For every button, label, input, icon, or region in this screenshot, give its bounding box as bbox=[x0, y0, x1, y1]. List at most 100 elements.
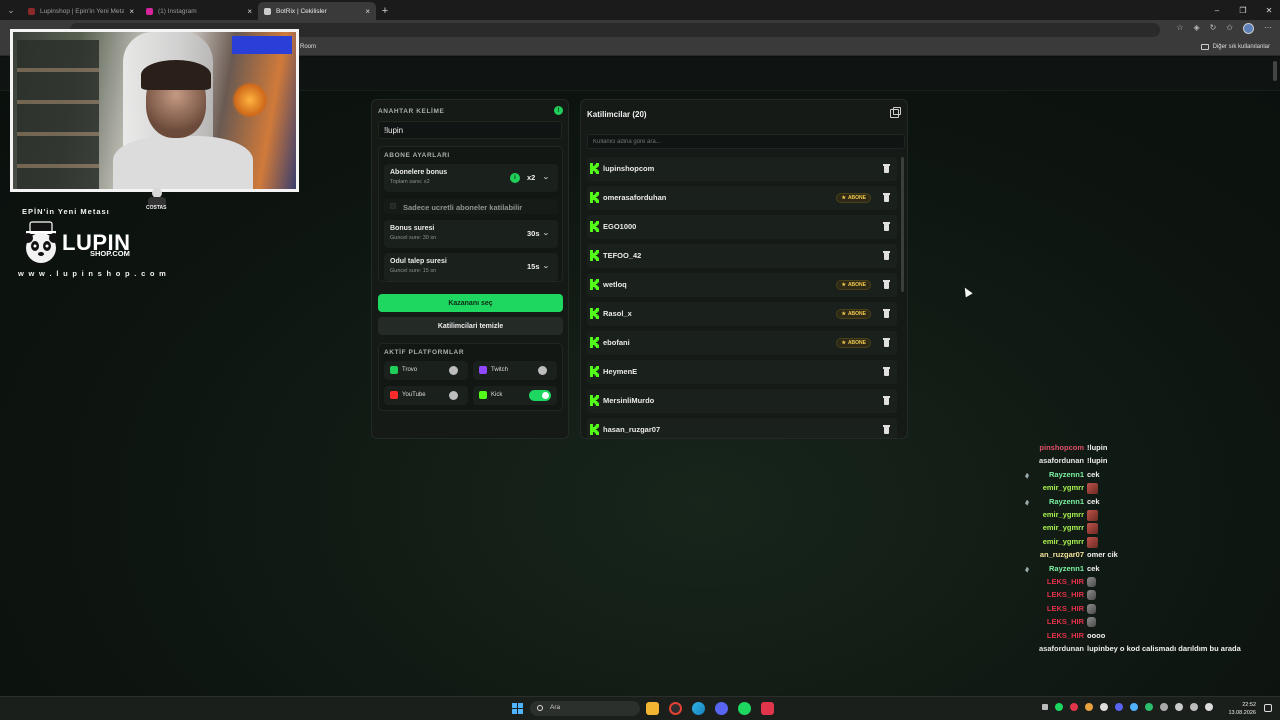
trovo-toggle[interactable] bbox=[449, 366, 458, 375]
profile-avatar[interactable] bbox=[1243, 23, 1254, 34]
kick-toggle[interactable] bbox=[529, 390, 551, 401]
tray-record-icon[interactable] bbox=[1070, 703, 1078, 711]
microphone-icon[interactable] bbox=[1175, 703, 1183, 711]
extension-icon[interactable]: ◈ bbox=[1193, 23, 1199, 34]
participant-row[interactable]: Rasol_x ★ ABONE bbox=[587, 302, 897, 326]
file-explorer-icon[interactable] bbox=[646, 702, 659, 715]
chevron-up-icon[interactable] bbox=[1042, 704, 1048, 710]
taskbar-search-input[interactable]: Ara bbox=[530, 701, 640, 716]
chat-message: asafordunan !lupin bbox=[1012, 456, 1272, 469]
participant-row[interactable]: hasan_ruzgar07 bbox=[587, 418, 897, 438]
participant-row[interactable]: HeymenE bbox=[587, 360, 897, 384]
participant-row[interactable]: TEFOO_42 bbox=[587, 244, 897, 268]
platform-name: Kick bbox=[491, 392, 503, 398]
claim-duration-select[interactable]: 15s ⌄ bbox=[522, 258, 554, 274]
trash-icon[interactable] bbox=[883, 367, 890, 376]
kick-icon bbox=[590, 366, 599, 377]
star-icon: ★ bbox=[841, 311, 846, 317]
maximize-icon[interactable]: ❐ bbox=[1238, 6, 1248, 15]
tab-search-chevron-icon[interactable]: ⌄ bbox=[0, 0, 22, 20]
tray-app3-icon[interactable] bbox=[1145, 703, 1153, 711]
trash-icon[interactable] bbox=[883, 425, 890, 434]
participant-row[interactable]: wetloq ★ ABONE bbox=[587, 273, 897, 297]
youtube-toggle[interactable] bbox=[449, 391, 458, 400]
pick-winner-button[interactable]: Kazananı seç bbox=[378, 294, 563, 312]
participant-row[interactable]: omerasaforduhan ★ ABONE bbox=[587, 186, 897, 210]
only-paid-subscribers-checkbox[interactable]: Sadece ucretli aboneler katilabilir bbox=[384, 199, 558, 214]
browser-tab-instagram[interactable]: (1) Instagram × bbox=[140, 2, 258, 20]
chrome-icon[interactable] bbox=[669, 702, 682, 715]
tray-spotify-icon[interactable] bbox=[1055, 703, 1063, 711]
volume-icon[interactable] bbox=[1205, 703, 1213, 711]
spotify-icon[interactable] bbox=[738, 702, 751, 715]
participant-row[interactable]: EGO1000 bbox=[587, 215, 897, 239]
info-icon[interactable]: i bbox=[510, 173, 520, 183]
keyword-title: ANAHTAR KELİME bbox=[378, 108, 445, 115]
chat-badge-icon bbox=[1025, 566, 1029, 573]
tray-discord-icon[interactable] bbox=[1115, 703, 1123, 711]
kick-icon bbox=[590, 221, 599, 232]
trash-icon[interactable] bbox=[883, 164, 890, 173]
bonus-duration-select[interactable]: 30s ⌄ bbox=[522, 225, 554, 241]
tray-steam-icon[interactable] bbox=[1100, 703, 1108, 711]
new-tab-button[interactable]: + bbox=[376, 2, 394, 20]
bookmark-room[interactable]: Room bbox=[300, 44, 316, 50]
page-scrollbar[interactable] bbox=[1272, 57, 1278, 696]
minimize-icon[interactable]: – bbox=[1212, 6, 1222, 15]
kick-icon bbox=[590, 192, 599, 203]
platform-name: Twitch bbox=[491, 367, 509, 373]
chat-username: Rayzenn1 bbox=[1048, 563, 1084, 573]
tray-app4-icon[interactable] bbox=[1160, 703, 1168, 711]
participant-list-scrollbar[interactable] bbox=[901, 157, 904, 437]
tray-app-icon[interactable] bbox=[1085, 703, 1093, 711]
other-bookmarks[interactable]: Diğer sık kullanılanlar bbox=[1200, 44, 1270, 50]
chevron-down-icon: ⌄ bbox=[542, 230, 550, 237]
notification-icon[interactable] bbox=[1264, 704, 1272, 712]
trash-icon[interactable] bbox=[883, 309, 890, 318]
trash-icon[interactable] bbox=[883, 251, 890, 260]
trash-icon[interactable] bbox=[883, 280, 890, 289]
chevron-down-icon: ⌄ bbox=[542, 263, 550, 270]
trash-icon[interactable] bbox=[883, 338, 890, 347]
trash-icon[interactable] bbox=[883, 193, 890, 202]
participant-row[interactable]: ebofani ★ ABONE bbox=[587, 331, 897, 355]
edge-icon[interactable] bbox=[692, 702, 705, 715]
kick-icon bbox=[479, 391, 487, 399]
tab-close-icon[interactable]: × bbox=[365, 7, 370, 16]
discord-icon[interactable] bbox=[715, 702, 728, 715]
trash-icon[interactable] bbox=[883, 396, 890, 405]
keyword-input[interactable]: !lupin bbox=[378, 121, 562, 139]
twitch-toggle[interactable] bbox=[538, 366, 547, 375]
chat-message: an_ruzgar07 omer cik bbox=[1012, 550, 1272, 563]
browser-tab-botrix[interactable]: BotRix | Cekilisler × bbox=[258, 2, 376, 20]
lupinshop-favicon-icon bbox=[28, 7, 35, 15]
more-menu-icon[interactable]: ⋯ bbox=[1264, 23, 1272, 34]
clear-participants-button[interactable]: Katilimcilari temizle bbox=[378, 317, 563, 335]
copy-icon[interactable] bbox=[890, 107, 901, 118]
tab-close-icon[interactable]: × bbox=[247, 7, 252, 16]
chevron-down-icon: ⌄ bbox=[542, 174, 550, 181]
subscriber-bonus-row: Abonelere bonus Toplam sans: x2 i x2 ⌄ bbox=[384, 164, 558, 192]
participant-row[interactable]: lupinshopcom bbox=[587, 157, 897, 181]
windows-start-icon[interactable] bbox=[512, 703, 523, 714]
refresh-icon[interactable]: ↻ bbox=[1210, 23, 1217, 34]
browser-tab-lupinshop[interactable]: Lupinshop | Epin'in Yeni Metası | ... × bbox=[22, 2, 140, 20]
close-window-icon[interactable]: ✕ bbox=[1264, 6, 1274, 15]
app-icon[interactable] bbox=[761, 702, 774, 715]
tab-close-icon[interactable]: × bbox=[129, 7, 134, 16]
tab-label: BotRix | Cekilisler bbox=[276, 7, 327, 15]
bonus-multiplier-select[interactable]: x2 ⌄ bbox=[522, 169, 554, 185]
participant-search-input[interactable] bbox=[587, 134, 905, 149]
trash-icon[interactable] bbox=[883, 222, 890, 231]
participant-row[interactable]: MersinliMurdo bbox=[587, 389, 897, 413]
checkbox-icon[interactable] bbox=[390, 203, 396, 209]
favorites-icon[interactable]: ✩ bbox=[1226, 23, 1233, 34]
search-icon bbox=[537, 705, 543, 711]
star-icon[interactable]: ☆ bbox=[1176, 23, 1183, 34]
network-icon[interactable] bbox=[1190, 703, 1198, 711]
taskbar-clock[interactable]: 22:52 13.08.2026 bbox=[1228, 701, 1256, 717]
star-icon: ★ bbox=[841, 282, 846, 288]
tray-app2-icon[interactable] bbox=[1130, 703, 1138, 711]
youtube-icon bbox=[390, 391, 398, 399]
participant-name: ebofani bbox=[603, 338, 630, 347]
